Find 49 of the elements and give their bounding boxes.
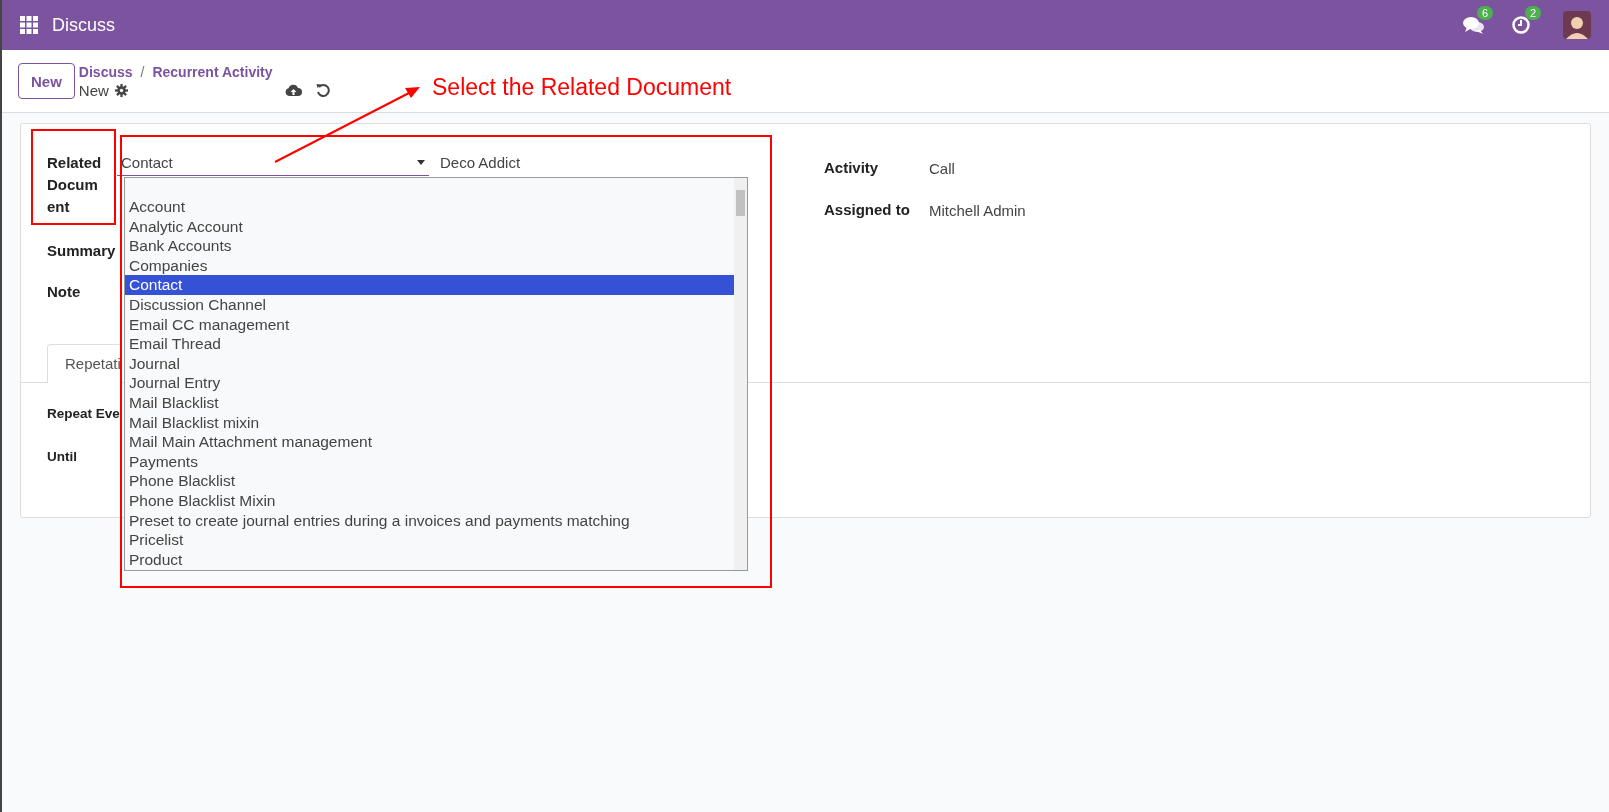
dropdown-option[interactable]: Mail Blacklist mixin <box>125 412 734 433</box>
breadcrumb-link[interactable]: Discuss <box>78 63 133 80</box>
dropdown-option[interactable]: Preset to create journal entries during a invoices and payments matching <box>125 510 734 531</box>
dropdown-option[interactable]: Email Thread <box>125 334 734 354</box>
field-label: Related Document <box>47 153 103 217</box>
dropdown-option[interactable]: Mail Main Attachment management <box>125 432 734 452</box>
dropdown-option[interactable]: Journal <box>125 353 734 374</box>
dropdown-option[interactable]: Phone Blacklist Mixin <box>125 490 734 511</box>
dropdown-option[interactable]: Pricelist <box>125 530 734 550</box>
dropdown-option[interactable]: Bank Accounts <box>125 236 734 256</box>
field-label: Activity <box>824 158 880 178</box>
app-title[interactable]: Discuss <box>52 14 115 36</box>
dropdown-option[interactable]: Account <box>125 197 734 217</box>
settings-icon[interactable] <box>114 83 128 97</box>
caret-icon <box>417 160 425 165</box>
breadcrumb-separator: / <box>140 63 145 80</box>
new-button[interactable]: New <box>18 63 75 99</box>
breadcrumb-link[interactable]: Recurrent Activity <box>152 63 273 80</box>
annotation-text: Select the Related Document <box>432 74 732 101</box>
clock-icon[interactable] <box>1511 15 1531 35</box>
dropdown-option[interactable]: Companies <box>125 255 734 276</box>
dropdown-option[interactable]: Mail Blacklist <box>125 392 734 413</box>
app-grid-icon[interactable] <box>20 16 38 34</box>
dropdown-option[interactable]: Contact <box>125 275 734 295</box>
field-value[interactable]: Mitchell Admin <box>929 201 1026 219</box>
user-avatar[interactable] <box>1563 11 1591 39</box>
field-label: Note <box>47 282 82 302</box>
field-label: Summary <box>47 241 117 261</box>
save-cloud-icon[interactable] <box>284 83 302 97</box>
dropdown-option[interactable]: Payments <box>125 451 734 472</box>
record-field[interactable]: Deco Addict <box>440 152 521 171</box>
field-label: Assigned to <box>824 200 911 220</box>
field-value[interactable]: Call <box>929 159 955 177</box>
field-label: Until <box>47 448 78 466</box>
dropdown-option[interactable]: Email CC management <box>125 314 734 335</box>
notebook-tab[interactable]: Repetati <box>47 344 122 383</box>
dropdown-option[interactable]: Analytic Account <box>125 216 734 237</box>
chat-bubbles-icon[interactable] <box>1463 15 1485 35</box>
dropdown-option[interactable]: Phone Blacklist <box>125 471 734 491</box>
model-select[interactable]: Contact <box>117 152 429 176</box>
dropdown-option[interactable]: Product <box>125 549 734 570</box>
dropdown-option[interactable]: Discussion Channel <box>125 294 734 315</box>
field-label: Repeat Eve <box>47 405 120 423</box>
activity-count-badge: 2 <box>1525 6 1542 20</box>
dropdown-option[interactable]: Journal Entry <box>125 373 734 393</box>
message-count-badge: 6 <box>1477 6 1494 20</box>
record-name: New <box>78 81 109 99</box>
discard-icon[interactable] <box>315 83 330 97</box>
scrollbar[interactable] <box>734 178 747 570</box>
